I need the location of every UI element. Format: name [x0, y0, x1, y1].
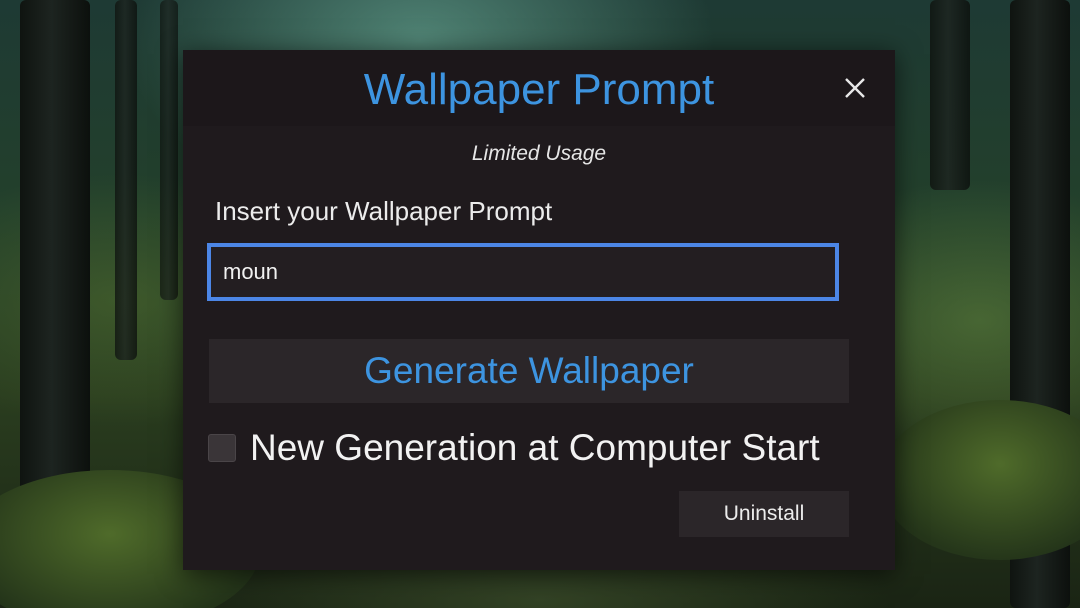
- desktop-wallpaper: Wallpaper Prompt Limited Usage Insert yo…: [0, 0, 1080, 608]
- generate-wallpaper-button[interactable]: Generate Wallpaper: [209, 339, 849, 403]
- uninstall-button[interactable]: Uninstall: [679, 491, 849, 537]
- wallpaper-prompt-dialog: Wallpaper Prompt Limited Usage Insert yo…: [183, 50, 895, 570]
- usage-notice: Limited Usage: [471, 142, 607, 165]
- moss-patch: [880, 400, 1080, 560]
- dialog-title: Wallpaper Prompt: [363, 65, 715, 114]
- tree-trunk: [160, 0, 178, 300]
- dialog-titlebar: Wallpaper Prompt: [183, 50, 895, 126]
- close-icon: [845, 78, 865, 98]
- prompt-input[interactable]: [207, 243, 839, 301]
- startup-option: New Generation at Computer Start: [208, 425, 820, 471]
- prompt-label: Insert your Wallpaper Prompt: [215, 196, 553, 226]
- tree-trunk: [930, 0, 970, 190]
- tree-trunk: [115, 0, 137, 360]
- startup-checkbox[interactable]: [208, 434, 236, 462]
- startup-checkbox-label[interactable]: New Generation at Computer Start: [250, 427, 820, 469]
- close-button[interactable]: [839, 72, 871, 104]
